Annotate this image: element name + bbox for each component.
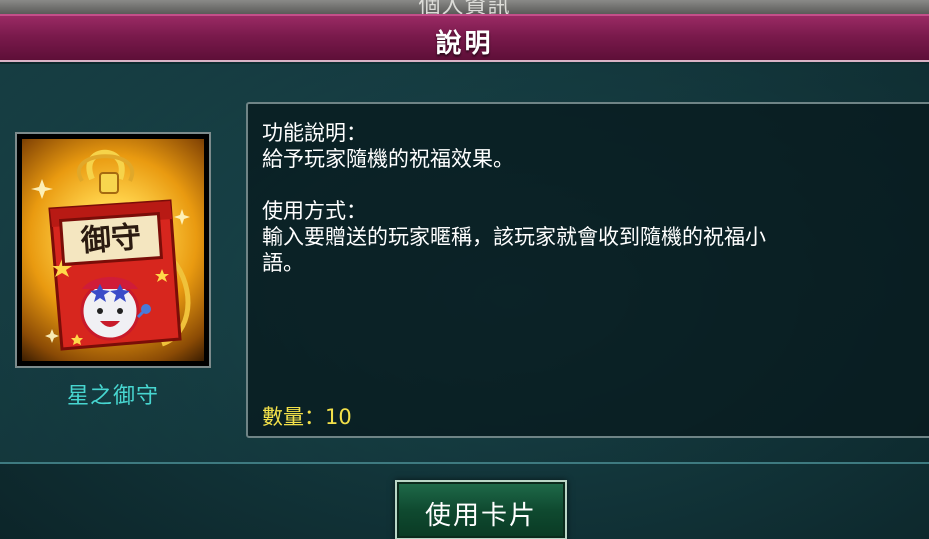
usage-text-line2: 語。	[262, 251, 304, 275]
parent-header-title: 個人資訊	[418, 0, 511, 14]
parent-header-strip: 個人資訊	[0, 0, 929, 14]
item-description-screen: 個人資訊 說明 御守 星之御守 功能說明： 給予玩家隨機的祝福效果。 使用方式：…	[0, 0, 929, 539]
star-omamori-charm-icon: 御守	[22, 139, 204, 361]
quantity-label: 數量：	[262, 405, 325, 429]
function-text: 給予玩家隨機的祝福效果。	[262, 147, 514, 171]
usage-text-line1: 輸入要贈送的玩家暱稱，該玩家就會收到隨機的祝福小	[262, 225, 766, 249]
use-card-button[interactable]: 使用卡片	[395, 480, 567, 539]
use-card-button-label: 使用卡片	[424, 501, 537, 531]
item-name: 星之御守	[66, 384, 159, 409]
quantity: 數量：10	[262, 401, 352, 431]
description-box: 功能說明： 給予玩家隨機的祝福效果。 使用方式： 輸入要贈送的玩家暱稱，該玩家就…	[246, 102, 929, 438]
usage-heading: 使用方式：	[262, 199, 367, 223]
item-card: 御守	[15, 132, 211, 368]
charm-plaque-text: 御守	[79, 220, 142, 259]
title-bar: 說明	[0, 14, 929, 62]
quantity-value: 10	[325, 405, 352, 429]
page-title: 說明	[435, 29, 494, 59]
charm-illustration: 御守	[31, 149, 191, 351]
function-heading: 功能說明：	[262, 121, 367, 145]
